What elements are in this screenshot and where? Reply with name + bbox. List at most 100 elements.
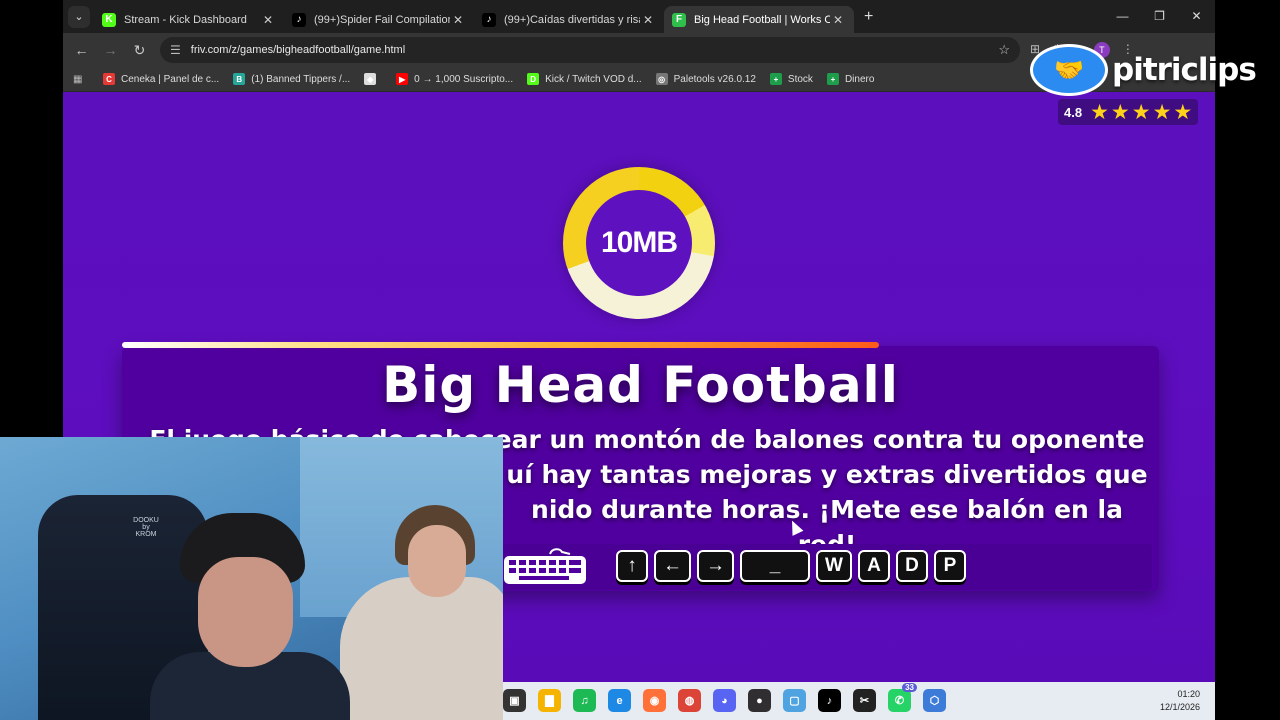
kick-icon: K bbox=[102, 12, 116, 27]
bookmark-icon: + bbox=[826, 73, 839, 85]
bookmark-item[interactable]: + Stock bbox=[769, 73, 813, 85]
close-tab-icon[interactable]: ✕ bbox=[260, 13, 276, 27]
loading-progress-bar bbox=[122, 342, 879, 348]
url-text[interactable]: friv.com/z/games/bigheadfootball/game.ht… bbox=[191, 44, 999, 56]
bookmark-icon: C bbox=[103, 73, 115, 85]
control-key: A bbox=[857, 550, 890, 582]
star-icon: ★ bbox=[1131, 100, 1151, 124]
spotify-icon[interactable]: ♫ bbox=[573, 689, 596, 712]
file-explorer-icon[interactable]: ▇ bbox=[538, 689, 561, 712]
person-2-face bbox=[408, 525, 466, 597]
bookmark-list: C Ceneka | Panel de c... B (1) Banned Tippe… bbox=[103, 73, 888, 85]
restore-icon[interactable]: ❐ bbox=[1141, 0, 1178, 33]
new-tab-button[interactable]: + bbox=[864, 8, 873, 26]
close-tab-icon[interactable]: ✕ bbox=[450, 13, 466, 27]
friv-icon: F bbox=[672, 12, 686, 27]
size-ring: 10MB bbox=[563, 167, 715, 319]
tab-title: Stream - Kick Dashboard bbox=[124, 13, 247, 26]
notification-badge: 33 bbox=[902, 683, 917, 692]
tab-search-button[interactable]: ⌄ bbox=[68, 5, 90, 28]
bookmark-item[interactable]: ◎ Paletools v26.0.12 bbox=[655, 73, 756, 85]
bookmark-item[interactable]: + Dinero bbox=[826, 73, 875, 85]
star-icon: ★ bbox=[1173, 100, 1193, 124]
bookmark-label: Stock bbox=[787, 73, 813, 85]
tab-title: (99+)Caídas divertidas y risas c bbox=[504, 13, 640, 26]
bookmark-label: Ceneka | Panel de c... bbox=[121, 73, 220, 85]
tab-bar: ⌄ K Stream - Kick Dashboard ✕ ♪ (99+)Spider … bbox=[63, 0, 1215, 33]
rating-stars: ★★★★★ bbox=[1088, 100, 1192, 125]
address-bar[interactable]: ☰ friv.com/z/games/bigheadfootball/game.… bbox=[160, 37, 1020, 63]
control-key: P bbox=[933, 550, 966, 582]
chair-logo: DOOKU by KROM bbox=[133, 517, 159, 538]
taskbar-icons: ▣ ▇ ♫ e ◉ ◍ ◕ ● ▢ ♪ ✂ ✆ 33 ⬡ bbox=[503, 683, 946, 712]
whatsapp-icon[interactable]: ✆ 33 bbox=[888, 683, 917, 712]
edge-icon[interactable]: e bbox=[608, 689, 631, 712]
star-icon: ★ bbox=[1152, 100, 1172, 124]
tiktok-icon[interactable]: ♪ bbox=[818, 689, 841, 712]
rating-value: 4.8 bbox=[1064, 104, 1083, 120]
browser-tab[interactable]: F Big Head Football | Works On M✕ bbox=[664, 6, 854, 33]
webcam-overlay: DOOKU by KROM bbox=[0, 437, 503, 720]
clock-time: 01:20 bbox=[1177, 689, 1200, 699]
forward-icon[interactable]: → bbox=[96, 42, 125, 58]
bookmark-label: Kick / Twitch VOD d... bbox=[545, 73, 642, 85]
bookmark-item[interactable]: ◆ bbox=[364, 73, 382, 85]
site-info-icon[interactable]: ☰ bbox=[170, 43, 181, 57]
bookmark-icon: ◎ bbox=[655, 73, 668, 85]
star-icon: ★ bbox=[1090, 100, 1109, 124]
rating-badge: 4.8 ★★★★★ bbox=[1058, 99, 1199, 125]
person-1-face bbox=[198, 557, 293, 667]
bookmark-item[interactable]: B (1) Banned Tippers /... bbox=[233, 73, 350, 85]
clock-date: 12/1/2026 bbox=[1159, 702, 1200, 712]
star-icon: ★ bbox=[1110, 100, 1130, 124]
bookmark-item[interactable]: ▶ 0 → 1,000 Suscripto... bbox=[396, 73, 513, 85]
bookmark-star-icon[interactable]: ☆ bbox=[998, 42, 1010, 58]
control-key: ← bbox=[654, 550, 691, 582]
brand-name: pitriclips bbox=[1112, 52, 1257, 88]
bookmark-item[interactable]: C Ceneka | Panel de c... bbox=[103, 73, 219, 85]
window-icon[interactable]: ▢ bbox=[783, 689, 806, 712]
bookmark-icon: ◆ bbox=[364, 73, 377, 85]
close-tab-icon[interactable]: ✕ bbox=[640, 13, 656, 27]
close-window-icon[interactable]: ✕ bbox=[1178, 0, 1215, 33]
tiktok-icon: ♪ bbox=[482, 12, 496, 27]
control-key: _ bbox=[740, 550, 810, 582]
bookmark-label: 0 → 1,000 Suscripto... bbox=[414, 73, 514, 85]
size-badge: 10MB bbox=[586, 190, 692, 296]
game-title: Big Head Football bbox=[382, 356, 899, 414]
bookmark-label: Dinero bbox=[844, 73, 875, 85]
app-icon[interactable]: ⬡ bbox=[923, 689, 946, 712]
apps-grid-icon[interactable]: ▦ bbox=[73, 74, 87, 85]
tiktok-icon: ♪ bbox=[292, 12, 306, 27]
control-key: D bbox=[895, 550, 928, 582]
obs-icon[interactable]: ● bbox=[748, 689, 771, 712]
bookmark-icon: ▶ bbox=[396, 73, 409, 85]
tab-title: Big Head Football | Works On M bbox=[694, 13, 830, 26]
capcut-icon[interactable]: ✂ bbox=[853, 689, 876, 712]
bookmark-label: Paletools v26.0.12 bbox=[673, 73, 756, 85]
bookmark-icon: B bbox=[233, 73, 246, 85]
browser-tab[interactable]: ♪ (99+)Spider Fail Compilation Th✕ bbox=[284, 6, 474, 33]
discord-icon[interactable]: ◕ bbox=[713, 689, 736, 712]
chrome-icon[interactable]: ◍ bbox=[678, 689, 701, 712]
handshake-icon: 🤝 bbox=[1030, 44, 1108, 96]
browser-tab[interactable]: ♪ (99+)Caídas divertidas y risas c✕ bbox=[474, 6, 664, 33]
reload-icon[interactable]: ↻ bbox=[125, 42, 154, 59]
window-controls: — ❐ ✕ bbox=[1104, 0, 1215, 33]
firefox-icon[interactable]: ◉ bbox=[643, 689, 666, 712]
bookmark-item[interactable]: D Kick / Twitch VOD d... bbox=[527, 73, 642, 85]
bookmark-label: (1) Banned Tippers /... bbox=[251, 73, 351, 85]
person-2-body bbox=[340, 577, 503, 720]
tab-strip: K Stream - Kick Dashboard ✕ ♪ (99+)Spider Fa… bbox=[94, 0, 854, 33]
minimize-icon[interactable]: — bbox=[1104, 0, 1141, 33]
control-keys: ↑ ← → _ W A D P bbox=[616, 550, 966, 582]
system-clock[interactable]: 01:20 12/1/2026 bbox=[1160, 688, 1200, 714]
taskview-icon[interactable]: ▣ bbox=[503, 689, 526, 712]
close-tab-icon[interactable]: ✕ bbox=[830, 13, 846, 27]
control-key: W bbox=[816, 550, 852, 582]
browser-tab[interactable]: K Stream - Kick Dashboard ✕ bbox=[94, 6, 284, 33]
control-key: → bbox=[697, 550, 734, 582]
bookmark-icon: + bbox=[769, 73, 782, 85]
pitriclips-brand: 🤝 pitriclips bbox=[1030, 44, 1257, 96]
back-icon[interactable]: ← bbox=[67, 42, 96, 58]
